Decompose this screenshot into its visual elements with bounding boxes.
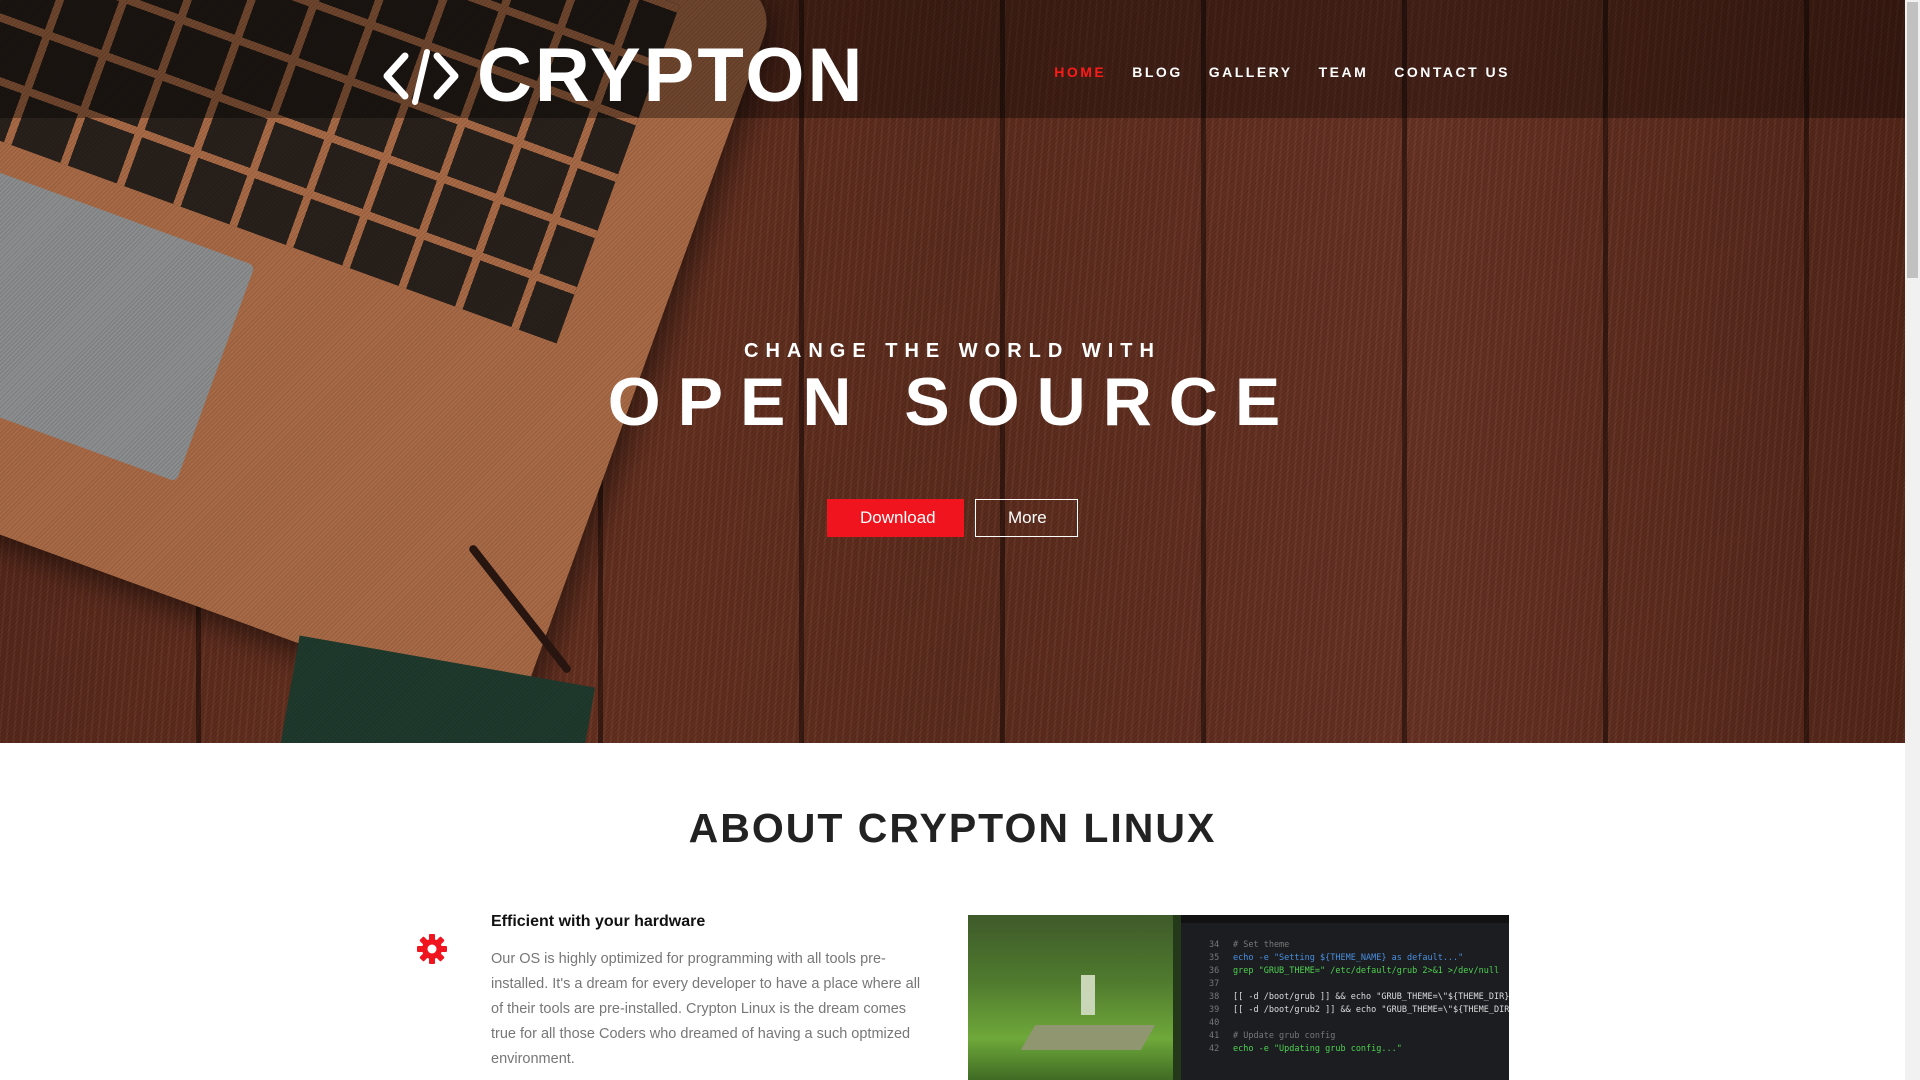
hero-headline: OPEN SOURCE: [607, 364, 1298, 440]
more-button[interactable]: More: [975, 499, 1078, 537]
code-line: 39[[ -d /boot/grub2 ]] && echo "GRUB_THE…: [1209, 1005, 1509, 1015]
feature-image: 34 # Set theme 35 echo -e "Setting ${THEME…: [968, 915, 1509, 1080]
brand-name: CRYPTON: [477, 33, 866, 118]
nav-contact-us[interactable]: CONTACT US: [1394, 64, 1510, 80]
scrollbar-thumb[interactable]: [1907, 2, 1918, 278]
code-line: 42 echo -e "Updating grub config...": [1209, 1044, 1402, 1054]
feature-text: Our OS is highly optimized for programmi…: [491, 951, 921, 1067]
nav-gallery[interactable]: GALLERY: [1209, 64, 1293, 80]
hero-content: CHANGE THE WORLD WITH OPEN SOURCE Downlo…: [0, 340, 1905, 537]
gear-icon: [417, 934, 447, 964]
page-scrollbar[interactable]: [1905, 0, 1920, 1080]
code-line: 41 # Update grub config: [1209, 1031, 1336, 1041]
about-section: ABOUT CRYPTON LINUX Efficient with your …: [0, 743, 1905, 1080]
code-brackets-icon: [383, 49, 459, 105]
brand-logo[interactable]: CRYPTON: [383, 36, 865, 116]
code-line: 36 grep "GRUB_THEME=" /etc/default/grub 2…: [1209, 966, 1500, 976]
hero-section: CRYPTON HOME BLOG GALLERY TEAM CONTACT U…: [0, 0, 1905, 743]
road-shape: [1020, 1025, 1156, 1050]
about-title: ABOUT CRYPTON LINUX: [688, 805, 1217, 851]
park-photo: [968, 915, 1173, 1080]
main-nav: HOME BLOG GALLERY TEAM CONTACT US: [1028, 64, 1510, 80]
nav-blog[interactable]: BLOG: [1132, 64, 1182, 80]
hero-kicker: CHANGE THE WORLD WITH: [744, 340, 1161, 362]
code-line: 38[[ -d /boot/grub ]] && echo "GRUB_THEM…: [1209, 992, 1509, 1002]
header-bar: [0, 0, 1905, 118]
nav-home[interactable]: HOME: [1054, 64, 1106, 80]
monitor-frame: [1173, 915, 1181, 1080]
feature-heading: Efficient with your hardware: [491, 913, 706, 930]
sign-shape: [1081, 975, 1095, 1015]
code-line: 34 # Set theme: [1209, 940, 1290, 950]
code-line: 35 echo -e "Setting ${THEME_NAME} as defa…: [1209, 953, 1464, 963]
code-screen: 34 # Set theme 35 echo -e "Setting ${THEME…: [1181, 923, 1509, 1080]
hero-buttons: Download More: [0, 499, 1905, 537]
code-line: 37: [1209, 979, 1220, 989]
nav-team[interactable]: TEAM: [1319, 64, 1369, 80]
download-button[interactable]: Download: [827, 499, 964, 537]
code-line: 40: [1209, 1018, 1220, 1028]
